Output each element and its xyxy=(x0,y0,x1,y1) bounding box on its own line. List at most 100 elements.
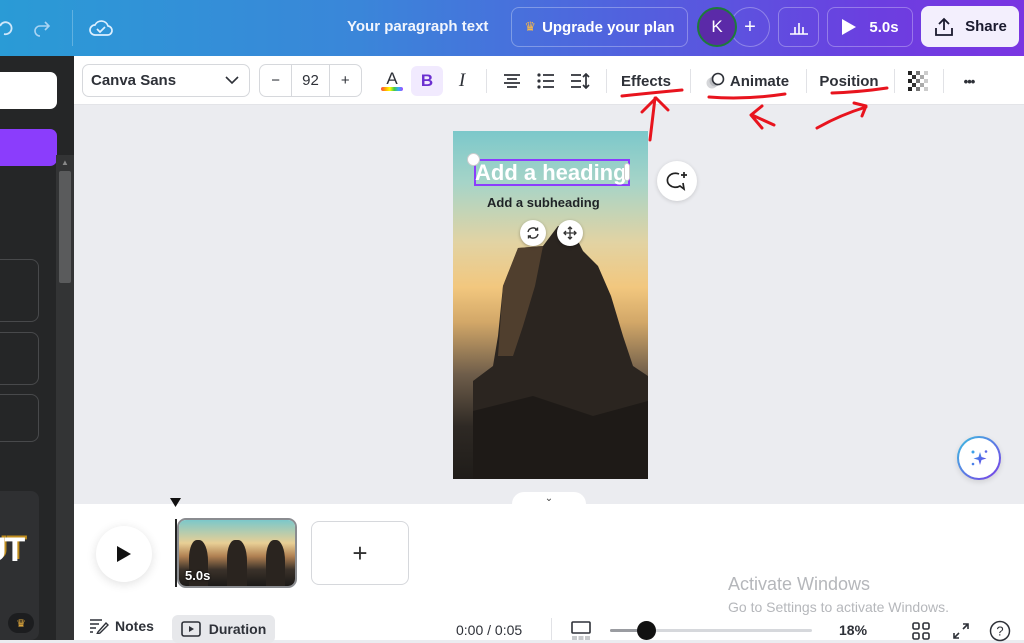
duration-button[interactable]: Duration xyxy=(172,615,275,643)
avatar[interactable]: K xyxy=(697,7,737,47)
page-clip[interactable]: 5.0s xyxy=(177,518,297,588)
divider xyxy=(606,69,607,93)
bar-chart-icon xyxy=(789,23,808,35)
divider xyxy=(943,69,944,93)
premium-crown-icon: ♛ xyxy=(8,613,34,633)
notes-button[interactable]: Notes xyxy=(89,618,154,634)
text-color-button[interactable]: A xyxy=(378,66,406,96)
help-button[interactable]: ? xyxy=(989,620,1011,642)
play-icon xyxy=(842,19,857,35)
activation-watermark-subtitle: Go to Settings to activate Windows. xyxy=(728,599,949,615)
italic-button[interactable]: I xyxy=(448,66,476,96)
side-panel: UT ♛ ▲ xyxy=(0,56,74,640)
font-size-stepper: − 92 + xyxy=(259,64,362,97)
font-family-select[interactable]: Canva Sans xyxy=(82,64,250,97)
add-comment-button[interactable] xyxy=(657,161,697,201)
hide-timeline-button[interactable]: ⌄ xyxy=(512,492,586,506)
position-label: Position xyxy=(819,72,879,90)
resize-handle[interactable] xyxy=(467,153,480,166)
effects-button[interactable]: Effects xyxy=(615,66,677,96)
document-title[interactable]: Your paragraph text xyxy=(347,18,488,35)
divider xyxy=(894,69,895,93)
crown-icon: ♛ xyxy=(524,19,537,34)
fullscreen-button[interactable] xyxy=(950,620,972,642)
rotate-button[interactable] xyxy=(520,220,546,246)
bold-button[interactable]: B xyxy=(411,66,443,96)
editor-toolbar: Canva Sans − 92 + A B I Effects Animate … xyxy=(74,56,1024,105)
transparency-icon xyxy=(908,71,928,91)
spacing-button[interactable] xyxy=(566,66,594,96)
text-color-icon: A xyxy=(386,69,398,88)
panel-scrollbar[interactable]: ▲ xyxy=(56,155,74,640)
time-readout: 0:00 / 0:05 xyxy=(456,622,523,638)
magic-assistant-button[interactable] xyxy=(957,436,1001,480)
duration-label: Duration xyxy=(208,621,267,637)
svg-text:?: ? xyxy=(996,624,1003,639)
font-family-value: Canva Sans xyxy=(91,72,177,89)
font-size-input[interactable]: 92 xyxy=(291,65,330,96)
grid-view-icon xyxy=(912,622,930,640)
list-button[interactable] xyxy=(532,66,560,96)
promo-text: UT xyxy=(0,531,25,569)
page-view-button[interactable] xyxy=(570,620,592,642)
zoom-slider[interactable] xyxy=(610,621,812,640)
upgrade-button[interactable]: ♛ Upgrade your plan xyxy=(511,7,688,47)
position-button[interactable]: Position xyxy=(816,66,882,96)
move-button[interactable] xyxy=(557,220,583,246)
zoom-level[interactable]: 18% xyxy=(839,622,867,638)
animate-label: Animate xyxy=(729,72,790,90)
share-label: Share xyxy=(965,18,1007,35)
redo-icon[interactable] xyxy=(28,14,56,42)
resize-handle[interactable] xyxy=(624,163,630,181)
play-duration: 5.0s xyxy=(869,18,899,36)
panel-card[interactable] xyxy=(0,259,39,322)
cloud-check-icon[interactable] xyxy=(87,14,115,42)
duration-icon xyxy=(180,621,201,637)
timeline-play-button[interactable] xyxy=(96,526,152,582)
heading-text[interactable]: Add a heading xyxy=(474,159,630,186)
scroll-up-icon[interactable]: ▲ xyxy=(61,158,69,167)
activation-watermark-title: Activate Windows xyxy=(728,574,871,594)
top-bar: Your paragraph text ♛ Upgrade your plan … xyxy=(0,0,1024,56)
scrollbar-thumb[interactable] xyxy=(59,171,71,283)
clip-frame xyxy=(217,520,257,586)
template-thumbnail[interactable]: UT ♛ xyxy=(0,491,39,640)
page-view-icon xyxy=(571,621,591,640)
decrease-size-button[interactable]: − xyxy=(260,65,291,96)
add-page-button[interactable]: + xyxy=(311,521,409,585)
chevron-down-icon xyxy=(225,76,239,85)
present-play-button[interactable]: 5.0s xyxy=(827,7,913,47)
panel-card[interactable] xyxy=(0,394,39,442)
divider xyxy=(551,618,552,640)
increase-size-button[interactable]: + xyxy=(330,65,361,96)
transparency-button[interactable] xyxy=(905,66,931,96)
play-icon xyxy=(117,546,131,562)
comment-add-icon xyxy=(666,172,687,191)
insights-button[interactable] xyxy=(778,7,819,47)
panel-search-input[interactable] xyxy=(0,72,57,109)
playhead-line[interactable] xyxy=(175,519,177,587)
panel-primary-button[interactable] xyxy=(0,129,57,166)
animate-button[interactable]: Animate xyxy=(701,66,793,96)
color-bar xyxy=(381,87,403,91)
rotate-icon xyxy=(527,227,539,239)
grid-view-button[interactable] xyxy=(910,620,932,642)
bullet-list-icon xyxy=(537,73,554,89)
align-center-button[interactable] xyxy=(498,66,526,96)
undo-icon[interactable] xyxy=(0,14,20,42)
animate-icon xyxy=(706,72,725,89)
panel-card[interactable] xyxy=(0,332,39,385)
notes-icon xyxy=(90,619,109,634)
effects-label: Effects xyxy=(620,72,672,90)
divider xyxy=(486,69,487,93)
more-options-button[interactable]: ••• xyxy=(954,66,984,96)
rock-image xyxy=(473,226,648,479)
notes-label: Notes xyxy=(115,618,154,634)
divider xyxy=(690,69,691,93)
divider xyxy=(72,10,73,46)
move-icon xyxy=(563,226,577,240)
subheading-text[interactable]: Add a subheading xyxy=(487,195,600,210)
upgrade-label: Upgrade your plan xyxy=(542,18,675,36)
align-center-icon xyxy=(504,74,520,88)
share-button[interactable]: Share xyxy=(921,6,1019,47)
